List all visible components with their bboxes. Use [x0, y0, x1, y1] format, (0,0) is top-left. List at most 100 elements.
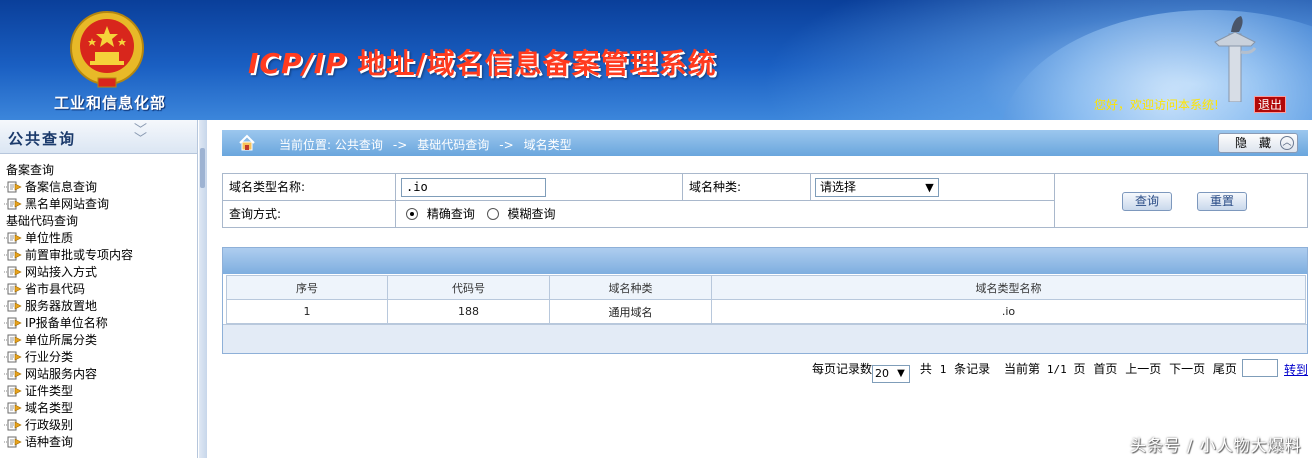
- domain-type-name-input[interactable]: .io: [401, 178, 546, 197]
- tree-page-icon: [4, 300, 22, 312]
- sidebar-item[interactable]: 前置审批或专项内容: [0, 247, 197, 264]
- chevron-up-icon: ︿: [1280, 136, 1294, 150]
- sidebar-item[interactable]: 语种查询: [0, 434, 197, 451]
- logout-button[interactable]: 退出: [1254, 96, 1286, 113]
- mode-label: 查询方式:: [223, 201, 396, 227]
- column-header-index[interactable]: 序号: [226, 275, 388, 300]
- per-page-label: 每页记录数: [812, 362, 873, 376]
- fuzzy-query-radio[interactable]: [486, 208, 499, 220]
- hide-button[interactable]: 隐藏 ︿: [1218, 133, 1298, 153]
- breadcrumb: 当前位置: 公共查询 -> 基础代码查询 -> 域名类型: [279, 136, 572, 153]
- page-header: 工业和信息化部 ICP/IP 地址/域名信息备案管理系统 您好，欢迎访问本系统!…: [0, 0, 1312, 120]
- exact-query-label: 精确查询: [426, 207, 475, 221]
- domain-kind-select[interactable]: 请选择 ▼: [815, 178, 939, 197]
- sidebar-item[interactable]: 服务器放置地: [0, 298, 197, 315]
- sidebar-item-label: 语种查询: [25, 435, 74, 449]
- tree-page-icon: [4, 334, 22, 346]
- sidebar-item[interactable]: 行业分类: [0, 349, 197, 366]
- column-header-kind[interactable]: 域名种类: [549, 275, 712, 300]
- dropdown-arrow-icon: ▼: [897, 368, 905, 379]
- first-page-link[interactable]: 首页: [1093, 360, 1117, 377]
- sidebar-item[interactable]: IP报备单位名称: [0, 315, 197, 332]
- column-header-code[interactable]: 代码号: [387, 275, 550, 300]
- breadcrumb-separator: ->: [499, 138, 514, 152]
- goto-page-input[interactable]: [1242, 359, 1278, 377]
- sidebar-item[interactable]: 黑名单网站查询: [0, 196, 197, 213]
- sidebar-item-label: 省市县代码: [25, 282, 86, 296]
- total-count: 1: [939, 363, 947, 376]
- sidebar-splitter[interactable]: [199, 120, 207, 458]
- breadcrumb-separator: ->: [392, 138, 408, 152]
- name-label: 域名类型名称:: [223, 174, 396, 201]
- sidebar-item-label: 单位性质: [25, 231, 74, 245]
- tree-page-icon: [4, 419, 22, 431]
- home-icon[interactable]: [238, 134, 256, 152]
- prev-page-link[interactable]: 上一页: [1125, 360, 1161, 377]
- breadcrumb-bar: 当前位置: 公共查询 -> 基础代码查询 -> 域名类型: [222, 130, 1308, 156]
- national-emblem-icon: [70, 11, 144, 88]
- tree-page-icon: [4, 249, 22, 261]
- reset-button[interactable]: 重置: [1197, 192, 1247, 211]
- total-suffix: 条记录: [954, 362, 991, 376]
- tree-page-icon: [4, 351, 22, 363]
- sidebar-group-label: 备案查询: [6, 163, 55, 177]
- tree-page-icon: [4, 232, 22, 244]
- query-button[interactable]: 查询: [1122, 192, 1172, 211]
- sidebar-item[interactable]: 行政级别: [0, 417, 197, 434]
- ministry-name: 工业和信息化部: [53, 94, 166, 112]
- sidebar-item[interactable]: 单位所属分类: [0, 332, 197, 349]
- sidebar-item[interactable]: 网站接入方式: [0, 264, 197, 281]
- dropdown-arrow-icon: ▼: [921, 179, 938, 196]
- table-header-row: 序号 代码号 域名种类 域名类型名称: [226, 275, 1306, 300]
- double-chevron-down-icon[interactable]: ﹀ ﹀: [134, 124, 147, 146]
- sidebar-item-label: 单位所属分类: [25, 333, 98, 347]
- sidebar-item[interactable]: 网站服务内容: [0, 366, 197, 383]
- sidebar-item-label: 网站接入方式: [25, 265, 98, 279]
- hide-button-label: 隐藏: [1235, 136, 1284, 150]
- tree-page-icon: [4, 317, 22, 329]
- result-table: 序号 代码号 域名种类 域名类型名称 1 188 通用域名 .io: [226, 275, 1306, 324]
- column-header-type-name[interactable]: 域名类型名称: [711, 275, 1306, 300]
- result-panel: 序号 代码号 域名种类 域名类型名称 1 188 通用域名 .io: [222, 247, 1308, 354]
- cell-type-name: .io: [711, 299, 1306, 324]
- result-footer-bar: [223, 324, 1307, 353]
- current-page-prefix: 当前第: [1003, 362, 1040, 376]
- current-page-suffix: 页: [1073, 362, 1086, 376]
- sidebar-item-label: 证件类型: [25, 384, 74, 398]
- per-page-value: 20: [875, 367, 890, 380]
- sidebar-item-label: 备案信息查询: [25, 180, 98, 194]
- domain-kind-selected: 请选择: [820, 180, 857, 194]
- sidebar-item[interactable]: 备案信息查询: [0, 179, 197, 196]
- table-row[interactable]: 1 188 通用域名 .io: [226, 299, 1306, 324]
- breadcrumb-prefix: 当前位置: 公共查询: [279, 138, 383, 152]
- sidebar-item[interactable]: 单位性质: [0, 230, 197, 247]
- result-title-bar: [223, 248, 1307, 274]
- huabiao-column-icon: [1214, 16, 1257, 102]
- greeting-text: 您好，欢迎访问本系统!: [1094, 98, 1219, 112]
- tree-page-icon: [4, 385, 22, 397]
- sidebar-item-label: 域名类型: [25, 401, 74, 415]
- breadcrumb-level2[interactable]: 基础代码查询: [417, 136, 489, 153]
- sidebar-item-label: 行政级别: [25, 418, 74, 432]
- per-page-select[interactable]: 20 ▼: [872, 365, 911, 383]
- tree-page-icon: [4, 181, 22, 193]
- exact-query-radio[interactable]: [406, 208, 418, 220]
- breadcrumb-level3: 域名类型: [523, 138, 572, 152]
- sidebar-item-label: 网站服务内容: [25, 367, 98, 381]
- goto-page-link[interactable]: 转到: [1284, 361, 1308, 378]
- sidebar-item-label: 服务器放置地: [25, 299, 98, 313]
- tree-page-icon: [4, 402, 22, 414]
- sidebar-item[interactable]: 域名类型: [0, 400, 197, 417]
- cell-kind: 通用域名: [549, 299, 712, 324]
- system-title-cn: 地址/域名信息备案管理系统: [346, 47, 717, 80]
- sidebar-item[interactable]: 证件类型: [0, 383, 197, 400]
- sidebar-item-label: 前置审批或专项内容: [25, 248, 134, 262]
- last-page-link[interactable]: 尾页: [1213, 360, 1237, 377]
- tree-page-icon: [4, 368, 22, 380]
- tree-page-icon: [4, 436, 22, 448]
- splitter-grip[interactable]: [200, 148, 205, 188]
- next-page-link[interactable]: 下一页: [1169, 360, 1205, 377]
- sidebar-item[interactable]: 省市县代码: [0, 281, 197, 298]
- sidebar-title: 公共查询: [8, 130, 77, 148]
- mode-field-cell: 精确查询 模糊查询: [396, 201, 1055, 227]
